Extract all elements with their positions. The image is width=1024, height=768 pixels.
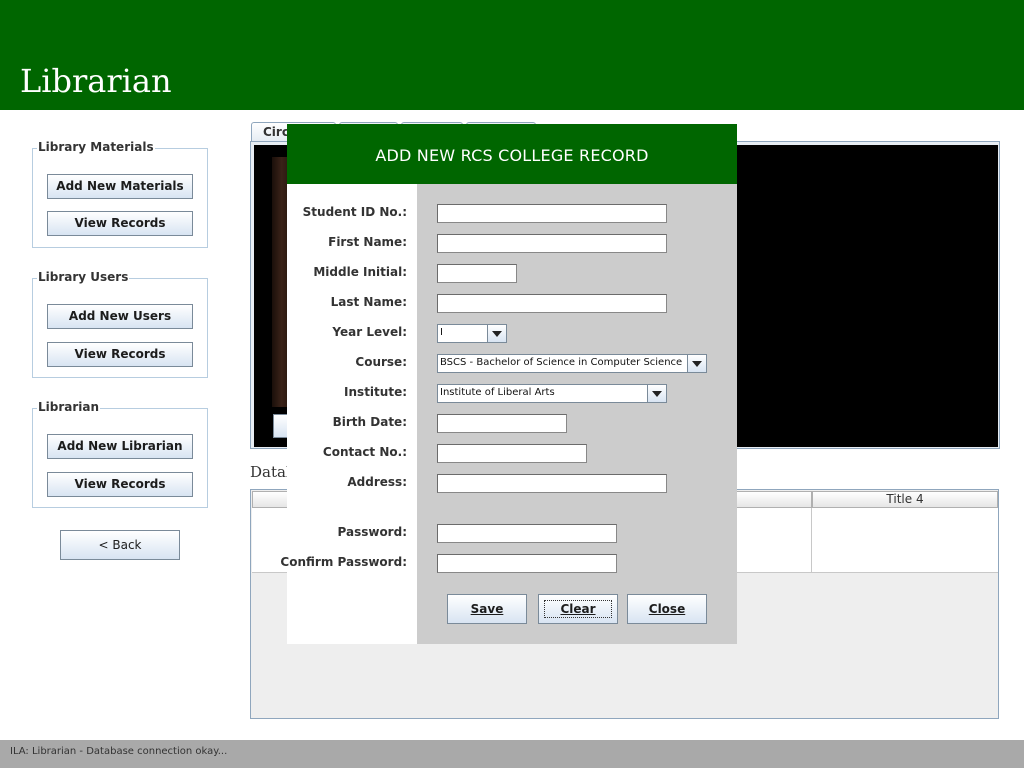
library-users-group-title: Library Users — [37, 270, 130, 284]
app-header: Librarian — [0, 0, 1024, 110]
contact-input[interactable] — [437, 444, 587, 463]
save-button[interactable]: Save — [447, 594, 527, 624]
dialog-titlebar: ADD NEW RCS COLLEGE RECORD — [287, 124, 737, 184]
password-label: Password: — [337, 525, 408, 539]
add-record-dialog: ADD NEW RCS COLLEGE RECORD Student ID No… — [280, 124, 737, 644]
add-new-users-button[interactable]: Add New Users — [47, 304, 193, 329]
year-level-select[interactable]: I — [437, 324, 507, 343]
close-button[interactable]: Close — [627, 594, 707, 624]
institute-label: Institute: — [344, 385, 407, 399]
status-bar: ILA: Librarian - Database connection oka… — [0, 740, 1024, 768]
library-materials-group: Library Materials Add New Materials View… — [32, 140, 208, 248]
middle-initial-label: Middle Initial: — [313, 265, 407, 279]
contact-label: Contact No.: — [322, 445, 407, 459]
librarian-group-title: Librarian — [37, 400, 101, 414]
birth-date-input[interactable] — [437, 414, 567, 433]
view-users-records-button[interactable]: View Records — [47, 342, 193, 367]
chevron-down-icon[interactable] — [647, 385, 666, 402]
page-title: Librarian — [20, 62, 172, 100]
clear-button[interactable]: Clear — [538, 594, 618, 624]
library-materials-group-title: Library Materials — [37, 140, 155, 154]
password-input[interactable] — [437, 524, 617, 543]
course-select[interactable]: BSCS - Bachelor of Science in Computer S… — [437, 354, 707, 373]
status-text: ILA: Librarian - Database connection oka… — [10, 746, 228, 757]
last-name-input[interactable] — [437, 294, 667, 313]
institute-value: Institute of Liberal Arts — [440, 387, 555, 398]
back-button[interactable]: < Back — [60, 530, 180, 560]
database-label: Datal — [250, 463, 291, 481]
year-level-label: Year Level: — [332, 325, 407, 339]
library-users-group: Library Users Add New Users View Records — [32, 270, 208, 378]
add-new-librarian-button[interactable]: Add New Librarian — [47, 434, 193, 459]
birth-date-label: Birth Date: — [332, 415, 407, 429]
librarian-group: Librarian Add New Librarian View Records — [32, 400, 208, 508]
table-header-title-4[interactable]: Title 4 — [812, 491, 998, 508]
confirm-password-label: Confirm Password: — [280, 555, 407, 569]
address-label: Address: — [347, 475, 407, 489]
student-id-label: Student ID No.: — [302, 205, 407, 219]
first-name-input[interactable] — [437, 234, 667, 253]
view-materials-records-button[interactable]: View Records — [47, 211, 193, 236]
address-input[interactable] — [437, 474, 667, 493]
student-id-input[interactable] — [437, 204, 667, 223]
confirm-password-input[interactable] — [437, 554, 617, 573]
add-new-materials-button[interactable]: Add New Materials — [47, 174, 193, 199]
year-level-value: I — [440, 327, 443, 338]
view-librarian-records-button[interactable]: View Records — [47, 472, 193, 497]
course-value: BSCS - Bachelor of Science in Computer S… — [440, 357, 683, 368]
last-name-label: Last Name: — [330, 295, 407, 309]
chevron-down-icon[interactable] — [487, 325, 506, 342]
institute-select[interactable]: Institute of Liberal Arts — [437, 384, 667, 403]
course-label: Course: — [355, 355, 407, 369]
middle-initial-input[interactable] — [437, 264, 517, 283]
chevron-down-icon[interactable] — [687, 355, 706, 372]
first-name-label: First Name: — [328, 235, 407, 249]
dialog-title: ADD NEW RCS COLLEGE RECORD — [375, 146, 649, 165]
